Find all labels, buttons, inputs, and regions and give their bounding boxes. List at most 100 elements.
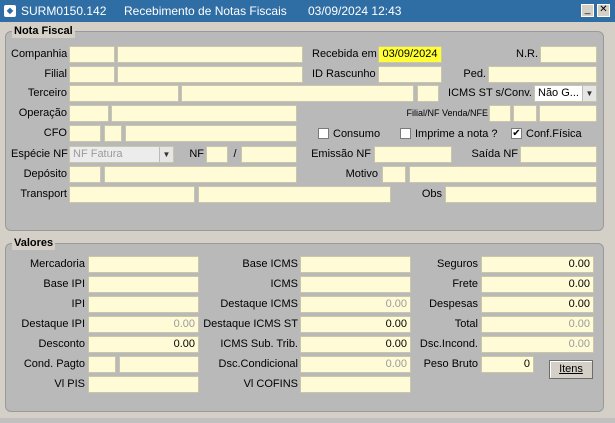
base-icms-field[interactable]: [300, 256, 411, 273]
close-icon[interactable]: ✕: [597, 4, 610, 17]
filial-label: Filial: [44, 68, 67, 80]
terceiro-code-field[interactable]: [69, 85, 179, 102]
filial-nf-venda-field-2[interactable]: [513, 105, 537, 122]
seguros-field[interactable]: 0.00: [481, 256, 594, 273]
window-datetime: 03/09/2024 12:43: [308, 4, 402, 18]
frete-label: Frete: [452, 278, 478, 290]
transport-label: Transport: [20, 188, 67, 200]
despesas-field[interactable]: 0.00: [481, 296, 594, 313]
icms-st-label: ICMS ST s/Conv.: [448, 87, 532, 99]
obs-field[interactable]: [445, 186, 597, 203]
cfo-code-field[interactable]: [69, 125, 101, 142]
companhia-label: Companhia: [11, 48, 68, 60]
deposito-label: Depósito: [23, 168, 67, 180]
ipi-field[interactable]: [88, 296, 199, 313]
destaque-icms-field[interactable]: 0.00: [300, 296, 411, 313]
deposito-name-field[interactable]: [104, 166, 297, 183]
nf-separator: /: [233, 148, 237, 160]
chevron-down-icon[interactable]: ▼: [582, 86, 596, 101]
consumo-checkbox[interactable]: [318, 128, 329, 139]
cond-pagto-name-field[interactable]: [119, 356, 199, 373]
ped-label: Ped.: [463, 68, 486, 80]
dsc-condicional-field[interactable]: 0.00: [300, 356, 411, 373]
recebida-em-field[interactable]: 03/09/2024: [378, 46, 442, 63]
transport-code-field[interactable]: [69, 186, 195, 203]
id-rascunho-label: ID Rascunho: [312, 68, 376, 80]
companhia-name-field[interactable]: [117, 46, 303, 63]
base-icms-label: Base ICMS: [242, 258, 298, 270]
status-strip: [0, 418, 615, 423]
cfo-sub-field[interactable]: [104, 125, 122, 142]
filial-code-field[interactable]: [69, 66, 115, 83]
nf-numero-field[interactable]: [241, 146, 297, 163]
nf-label: NF: [189, 148, 204, 160]
vl-pis-field[interactable]: [88, 376, 199, 393]
icms-sub-trib-field[interactable]: 0.00: [300, 336, 411, 353]
conf-fisica-checkbox[interactable]: ✔: [511, 128, 522, 139]
terceiro-extra-field[interactable]: [417, 85, 439, 102]
terceiro-name-field[interactable]: [181, 85, 414, 102]
cfo-name-field[interactable]: [125, 125, 297, 142]
conf-fisica-label: Conf.Física: [526, 128, 582, 140]
icms-st-select[interactable]: Não G... ▼: [534, 85, 597, 102]
dsc-incond-label: Dsc.Incond.: [419, 338, 478, 350]
destaque-ipi-field[interactable]: 0.00: [88, 316, 199, 333]
companhia-code-field[interactable]: [69, 46, 115, 63]
cond-pagto-code-field[interactable]: [88, 356, 116, 373]
transport-name-field[interactable]: [198, 186, 391, 203]
emissao-nf-field[interactable]: [374, 146, 452, 163]
filial-name-field[interactable]: [117, 66, 303, 83]
imprime-nota-label: Imprime a nota ?: [415, 128, 498, 140]
operacao-name-field[interactable]: [111, 105, 297, 122]
motivo-name-field[interactable]: [409, 166, 597, 183]
filial-nf-venda-field-3[interactable]: [539, 105, 597, 122]
minimize-icon[interactable]: _: [581, 4, 594, 17]
motivo-label: Motivo: [345, 168, 378, 180]
peso-bruto-field[interactable]: 0: [481, 356, 534, 373]
valores-panel: Valores Mercadoria Base IPI IPI Destaque…: [5, 237, 604, 412]
cfo-label: CFO: [43, 127, 67, 139]
total-label: Total: [454, 318, 478, 330]
id-rascunho-field[interactable]: [378, 66, 442, 83]
especie-nf-select[interactable]: NF Fatura ▼: [69, 146, 174, 163]
destaque-icms-st-label: Destaque ICMS ST: [203, 318, 298, 330]
frete-field[interactable]: 0.00: [481, 276, 594, 293]
nr-label: N.R.: [516, 48, 538, 60]
mercadoria-label: Mercadoria: [29, 258, 85, 270]
imprime-nota-checkbox[interactable]: [400, 128, 411, 139]
dsc-incond-field[interactable]: 0.00: [481, 336, 594, 353]
operacao-label: Operação: [18, 107, 67, 119]
window-code: SURM0150.142: [21, 4, 107, 18]
chevron-down-icon[interactable]: ▼: [159, 147, 173, 162]
obs-label: Obs: [421, 188, 442, 200]
destaque-icms-st-field[interactable]: 0.00: [300, 316, 411, 333]
desconto-field[interactable]: 0.00: [88, 336, 199, 353]
saida-nf-field[interactable]: [520, 146, 597, 163]
icms-st-value: Não G...: [538, 87, 579, 99]
title-bar: ◆ SURM0150.142 Recebimento de Notas Fisc…: [0, 0, 615, 22]
vl-pis-label: Vl PIS: [54, 378, 85, 390]
especie-nf-label: Espécie NF: [11, 148, 68, 160]
total-field[interactable]: 0.00: [481, 316, 594, 333]
nr-field[interactable]: [540, 46, 597, 63]
nota-fiscal-panel: Nota Fiscal Companhia Recebida em 03/09/…: [5, 25, 604, 231]
vl-cofins-field[interactable]: [300, 376, 411, 393]
peso-bruto-label: Peso Bruto: [423, 358, 478, 370]
despesas-label: Despesas: [429, 298, 478, 310]
ped-field[interactable]: [488, 66, 597, 83]
deposito-code-field[interactable]: [69, 166, 101, 183]
itens-button[interactable]: Itens: [549, 360, 593, 379]
destaque-ipi-label: Destaque IPI: [21, 318, 85, 330]
motivo-code-field[interactable]: [382, 166, 406, 183]
filial-nf-venda-field-1[interactable]: [489, 105, 511, 122]
icms-field[interactable]: [300, 276, 411, 293]
mercadoria-field[interactable]: [88, 256, 199, 273]
operacao-code-field[interactable]: [69, 105, 109, 122]
filial-nf-venda-label: Filial/NF Venda/NFE: [406, 108, 488, 118]
window-title: Recebimento de Notas Fiscais: [124, 4, 287, 18]
emissao-nf-label: Emissão NF: [311, 148, 371, 160]
nf-serie-field[interactable]: [206, 146, 228, 163]
app-icon: ◆: [4, 5, 16, 17]
base-ipi-field[interactable]: [88, 276, 199, 293]
nota-fiscal-title: Nota Fiscal: [12, 25, 75, 38]
